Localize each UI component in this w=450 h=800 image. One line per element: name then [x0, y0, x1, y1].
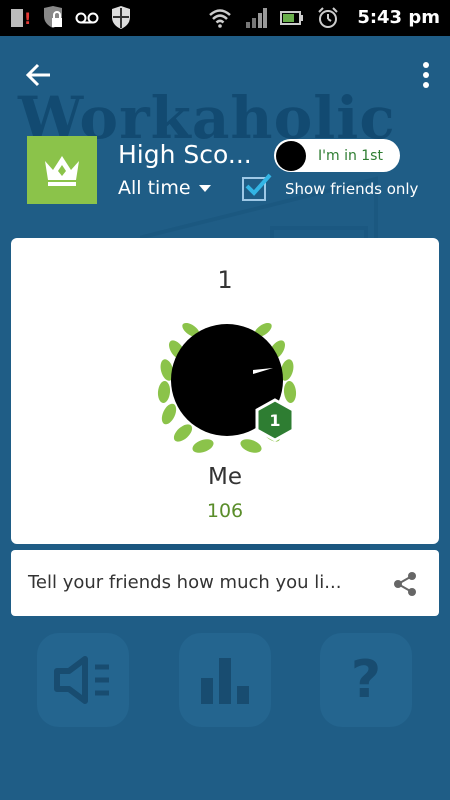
player-name: Me: [208, 464, 242, 490]
stats-button[interactable]: [179, 633, 271, 727]
player-score: 106: [206, 500, 244, 522]
share-card[interactable]: Tell your friends how much you li...: [11, 550, 439, 616]
avatar: [276, 140, 306, 171]
voicemail-icon: [74, 5, 100, 31]
rank-chip-label: I'm in 1st: [318, 147, 383, 164]
checkmark-icon: [245, 173, 272, 196]
leaderboard-icon: [27, 136, 97, 204]
signal-icon: [243, 5, 269, 31]
lock-icon: [40, 5, 66, 31]
back-arrow-icon[interactable]: [24, 60, 54, 90]
time-filter-label: All time: [118, 177, 191, 199]
help-button[interactable]: ?: [320, 633, 412, 727]
help-icon: ?: [350, 650, 382, 710]
sound-button[interactable]: [37, 633, 129, 727]
overflow-menu-icon[interactable]: [418, 60, 434, 90]
system-icons: 5:43 pm: [207, 4, 440, 32]
status-bar: ! 5:43 pm: [0, 0, 450, 36]
show-friends-checkbox[interactable]: [242, 173, 272, 201]
notification-icons: !: [6, 5, 134, 31]
sound-icon: [54, 656, 109, 704]
leaderboard-screen: Workaholic High Sco... All time I'm in 1…: [0, 36, 450, 800]
share-text: Tell your friends how much you li...: [28, 572, 342, 593]
alarm-icon: [315, 5, 341, 31]
clock-time: 5:43 pm: [357, 7, 440, 28]
rank-badge-number: 1: [269, 411, 280, 430]
rank-number: 1: [217, 266, 233, 294]
laurel-wreath-icon: 1: [157, 322, 297, 453]
svg-text:!: !: [24, 9, 30, 28]
battery-icon: [279, 5, 305, 31]
leaderboard-entry-card[interactable]: 1 1 Me 106: [11, 238, 439, 544]
shield-icon: [108, 5, 134, 31]
stats-icon: [201, 658, 249, 704]
time-filter-dropdown[interactable]: All time: [118, 177, 211, 199]
share-icon[interactable]: [391, 570, 419, 598]
rank-badge: 1: [255, 398, 295, 442]
leaderboard-title: High Sco...: [118, 140, 252, 169]
chevron-down-icon: [198, 184, 211, 192]
sd-card-alert-icon: !: [6, 5, 32, 31]
wifi-icon: [207, 5, 233, 31]
crown-icon: [45, 156, 79, 186]
rank-chip[interactable]: I'm in 1st: [274, 139, 400, 172]
show-friends-label[interactable]: Show friends only: [285, 180, 418, 198]
